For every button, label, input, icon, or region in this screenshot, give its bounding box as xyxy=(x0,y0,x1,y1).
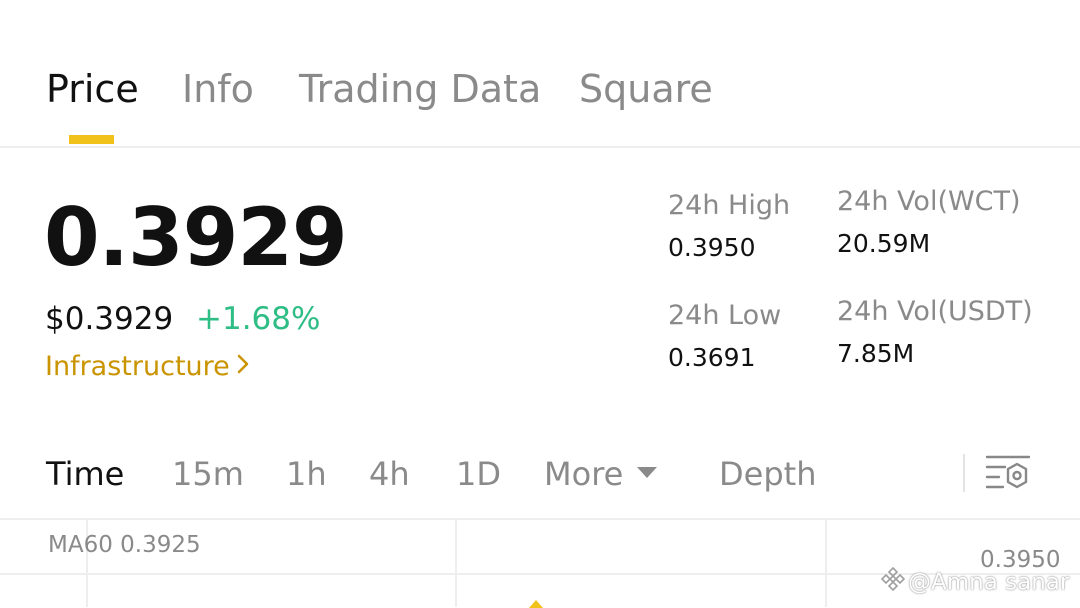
category-label: Infrastructure xyxy=(45,351,230,382)
stat-24h-high-value: 0.3950 xyxy=(668,233,756,262)
chart-top-border xyxy=(0,518,1080,520)
timeframe-1h[interactable]: 1h xyxy=(286,454,327,494)
toolbar-divider xyxy=(963,454,965,492)
tab-square[interactable]: Square xyxy=(579,66,713,112)
timeframe-15m[interactable]: 15m xyxy=(172,454,244,494)
chart-settings-icon xyxy=(985,455,1031,489)
stat-24h-vol-quote-value: 7.85M xyxy=(837,339,915,368)
stat-24h-high-label: 24h High xyxy=(668,190,791,221)
stat-24h-vol-base-label: 24h Vol(WCT) xyxy=(837,186,1021,217)
tab-price[interactable]: Price xyxy=(46,66,139,112)
usd-price: $0.3929 xyxy=(45,301,174,337)
depth-tab[interactable]: Depth xyxy=(719,454,816,494)
stat-24h-low-value: 0.3691 xyxy=(668,343,756,372)
last-price: 0.3929 xyxy=(44,191,348,284)
caret-down-icon xyxy=(637,466,658,478)
top-tab-bar: Price Info Trading Data Square xyxy=(0,0,1080,148)
watermark: @Amna sanar xyxy=(880,566,1069,600)
timeframe-more-label: More xyxy=(544,455,624,493)
chart-settings-button[interactable] xyxy=(984,452,1032,494)
stat-24h-vol-quote-label: 24h Vol(USDT) xyxy=(837,296,1033,327)
tab-info[interactable]: Info xyxy=(182,66,254,112)
timeframe-1d[interactable]: 1D xyxy=(456,454,501,494)
chart-gridline-vertical xyxy=(825,518,827,607)
timeframe-4h[interactable]: 4h xyxy=(369,454,410,494)
timeframe-time[interactable]: Time xyxy=(46,454,124,494)
tab-trading-data[interactable]: Trading Data xyxy=(299,66,541,112)
timeframe-more-dropdown[interactable]: More xyxy=(544,454,658,494)
chevron-right-icon xyxy=(236,350,250,384)
watermark-text: @Amna sanar xyxy=(908,569,1070,596)
ma60-indicator-label: MA60 0.3925 xyxy=(48,532,201,558)
category-link[interactable]: Infrastructure xyxy=(45,350,250,384)
stat-24h-low-label: 24h Low xyxy=(668,300,782,331)
chart-gridline-vertical xyxy=(455,518,457,607)
binance-logo-icon xyxy=(880,566,906,600)
active-tab-indicator xyxy=(69,135,114,144)
price-change-percent: +1.68% xyxy=(196,301,321,337)
stat-24h-vol-base-value: 20.59M xyxy=(837,229,931,258)
